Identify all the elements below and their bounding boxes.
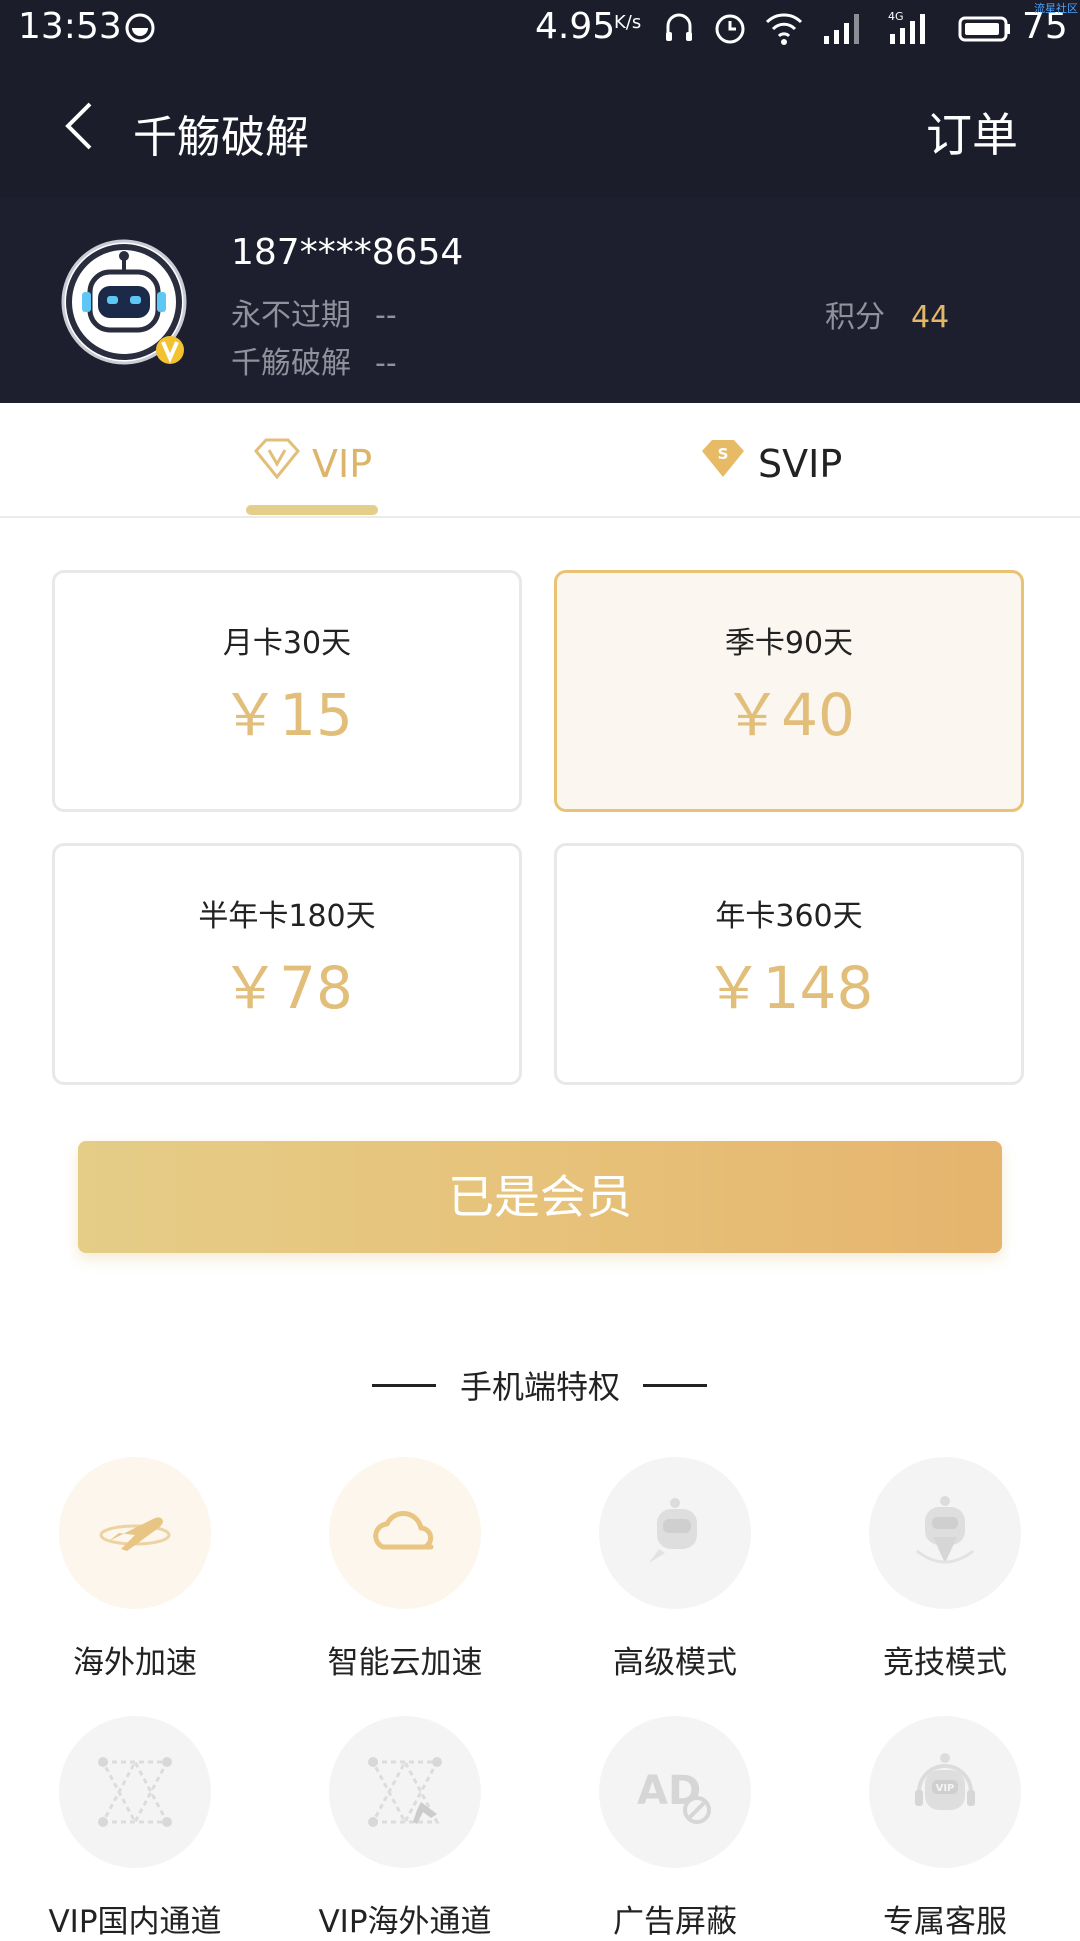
feature-label: 智能云加速 [327,1645,483,1681]
ad-block-icon: AD [637,1768,711,1824]
feature-label: 竞技模式 [883,1645,1007,1681]
avatar[interactable] [60,238,188,366]
airplane-icon [99,1517,171,1551]
feature-vip-domestic-channel[interactable]: VIP国内通道 [25,1716,245,1941]
page-title: 千觞破解 [133,112,309,163]
vip-robot-icon: VIP [915,1753,975,1810]
wifi-icon [765,13,803,45]
plan-name: 月卡30天 [222,626,352,661]
status-bar: 13:53 4.95 K/s 4G 75 流星社区 [0,0,1080,55]
svg-text:VIP: VIP [936,1783,955,1794]
points-display: 积分 44 [825,292,949,336]
points-label: 积分 [825,300,885,335]
feature-label: 专属客服 [883,1904,1007,1940]
plan-card-half-year[interactable]: 半年卡180天 ￥78 [52,843,522,1085]
network-speed-unit: K/s [614,12,642,33]
watermark: 流星社区 [1034,2,1078,15]
feature-competitive-mode[interactable]: 竞技模式 [835,1457,1055,1682]
svg-text:4G: 4G [888,10,904,23]
membership-tabs: VIP S SVIP [0,403,1080,518]
svip-diamond-icon: S [702,440,744,477]
feature-label: 高级模式 [613,1645,737,1681]
service-row: 千觞破解 -- [231,338,397,382]
plan-card-quarterly[interactable]: 季卡90天 ￥40 [554,570,1024,812]
privileges-title: 手机端特权 [459,1368,620,1406]
plan-price: ￥15 [221,681,353,749]
vip-diamond-icon [254,438,300,480]
user-info-panel: 187****8654 永不过期 -- 千觞破解 -- 积分 44 [0,198,1080,403]
plan-name: 季卡90天 [724,626,854,661]
plan-card-monthly[interactable]: 月卡30天 ￥15 [52,570,522,812]
plan-price: ￥40 [723,681,855,749]
app-notification-icon [125,13,155,43]
active-tab-indicator [246,505,378,515]
signal-4g-icon: 4G [888,10,925,44]
svg-text:S: S [718,445,729,463]
orders-button[interactable]: 订单 [926,99,1018,165]
signal-icon [824,14,859,44]
plan-price: ￥78 [221,954,353,1022]
feature-smart-cloud-acceleration[interactable]: 智能云加速 [295,1457,515,1682]
network-icon [98,1757,172,1827]
tab-svip-label: SVIP [758,442,843,486]
headset-icon [666,13,692,41]
user-phone: 187****8654 [231,232,464,273]
battery-icon [958,16,1010,42]
title-bar: 千觞破解 订单 [0,55,1080,198]
feature-ad-blocking[interactable]: AD 广告屏蔽 [565,1716,785,1941]
feature-label: VIP国内通道 [48,1904,222,1940]
service-value: -- [375,346,397,381]
plan-price: ￥148 [704,954,874,1022]
points-value: 44 [911,300,950,335]
expiry-label: 永不过期 [231,298,351,333]
feature-advanced-mode[interactable]: 高级模式 [565,1457,785,1682]
plan-name: 半年卡180天 [198,899,376,934]
status-time: 13:53 [18,6,122,47]
tab-vip-label: VIP [312,442,373,486]
feature-exclusive-support[interactable]: VIP 专属客服 [835,1716,1055,1941]
section-divider-right [643,1384,707,1387]
alarm-icon [715,14,745,44]
plan-name: 年卡360天 [715,899,863,934]
expiry-value: -- [375,298,397,333]
expiry-row: 永不过期 -- [231,290,397,334]
service-label: 千觞破解 [231,346,351,381]
plan-card-yearly[interactable]: 年卡360天 ￥148 [554,843,1024,1085]
feature-overseas-acceleration[interactable]: 海外加速 [25,1457,245,1682]
back-arrow-icon[interactable] [60,100,100,152]
feature-label: 海外加速 [73,1645,197,1681]
feature-vip-overseas-channel[interactable]: VIP海外通道 [295,1716,515,1941]
cloud-icon [373,1511,434,1550]
robot-icon [649,1498,697,1563]
feature-label: 广告屏蔽 [613,1904,737,1940]
network-speed: 4.95 [535,6,616,47]
network-plane-icon [368,1757,442,1827]
feature-label: VIP海外通道 [318,1904,492,1940]
already-member-button[interactable]: 已是会员 [78,1141,1002,1253]
robot-shield-icon [916,1496,974,1564]
